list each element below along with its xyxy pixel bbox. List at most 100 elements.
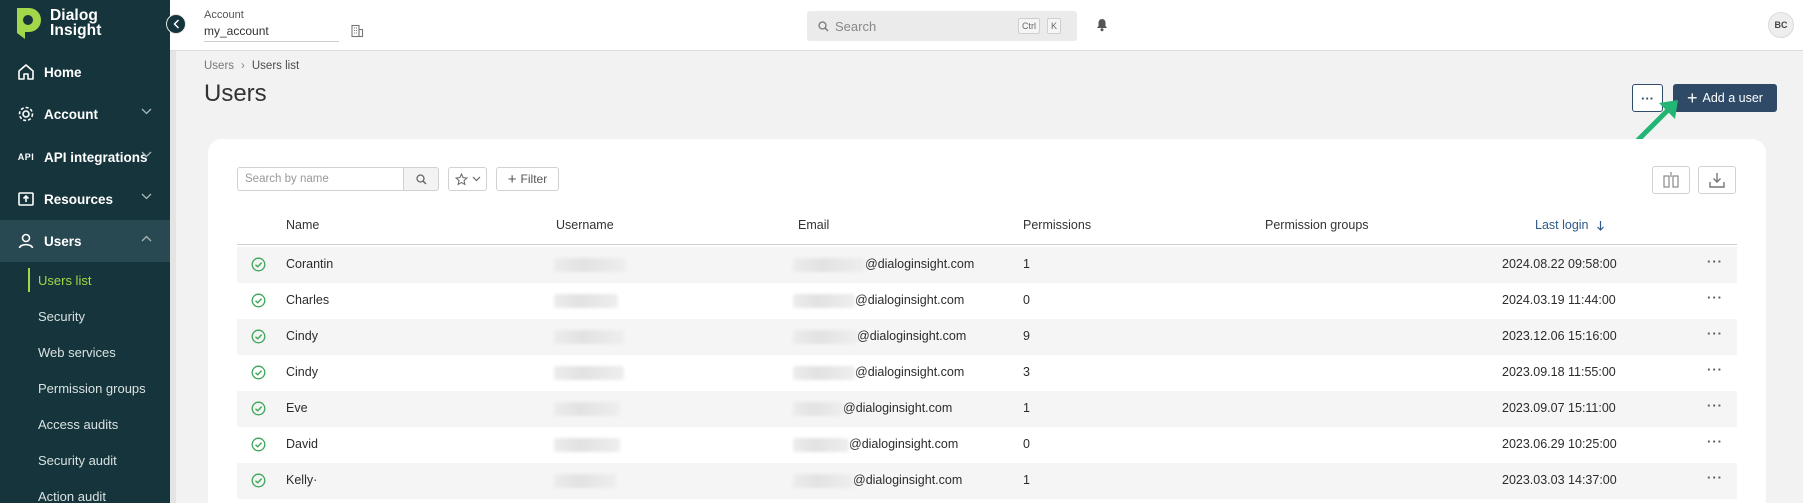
cell-name: Cindy xyxy=(286,365,318,379)
search-icon xyxy=(818,20,829,31)
sidebar-item-api-integrations[interactable]: API API integrations xyxy=(0,136,170,178)
sidebar-subitem-security-audit[interactable]: Security audit xyxy=(38,453,117,468)
cell-name: Corantin xyxy=(286,257,334,271)
cell-email: @dialoginsight.com xyxy=(793,401,952,416)
email-domain: @dialoginsight.com xyxy=(857,329,967,343)
check-circle-icon xyxy=(251,365,266,380)
check-circle-icon xyxy=(251,473,266,488)
add-user-label: Add a user xyxy=(1702,91,1763,105)
check-circle-icon xyxy=(251,257,266,272)
table-row[interactable]: David @dialoginsight.com 0 2023.06.29 10:25… xyxy=(237,427,1737,463)
row-more-actions-icon[interactable]: ··· xyxy=(1707,290,1723,305)
row-more-actions-icon[interactable]: ··· xyxy=(1707,254,1723,269)
email-domain: @dialoginsight.com xyxy=(843,401,953,415)
cell-email: @dialoginsight.com xyxy=(793,437,958,452)
row-more-actions-icon[interactable]: ··· xyxy=(1707,470,1723,485)
sidebar: Dialog Insight Home Account API API inte… xyxy=(0,0,170,503)
column-header-username[interactable]: Username xyxy=(556,218,614,232)
avatar[interactable]: BC xyxy=(1768,12,1794,38)
table-row[interactable]: Kelly· @dialoginsight.com 1 2023.03.03 14:3… xyxy=(237,463,1737,499)
cell-permissions: 9 xyxy=(1023,329,1030,343)
table-row[interactable]: Eve @dialoginsight.com 1 2023.09.07 15:11:0… xyxy=(237,391,1737,427)
chevron-down-icon xyxy=(141,193,152,200)
bell-icon[interactable] xyxy=(1095,16,1109,32)
cell-last-login: 2023.03.03 14:37:00 xyxy=(1502,473,1617,487)
email-local-redacted xyxy=(793,401,843,416)
brand-line2: Insight xyxy=(50,22,102,39)
column-header-email[interactable]: Email xyxy=(798,218,829,232)
cell-name: Cindy xyxy=(286,329,318,343)
search-submit-button[interactable] xyxy=(403,167,439,191)
account-selector[interactable]: my_account xyxy=(204,24,339,42)
row-more-actions-icon[interactable]: ··· xyxy=(1707,398,1723,413)
building-icon[interactable] xyxy=(350,24,364,38)
sidebar-item-label: Home xyxy=(44,64,82,80)
cell-email: @dialoginsight.com xyxy=(793,257,974,272)
column-header-last-login[interactable]: Last login xyxy=(1535,218,1605,232)
sidebar-item-resources[interactable]: Resources xyxy=(0,178,170,220)
row-more-actions-icon[interactable]: ··· xyxy=(1707,326,1723,341)
cell-last-login: 2023.09.18 11:55:00 xyxy=(1502,365,1616,379)
active-indicator xyxy=(28,268,30,292)
sidebar-subitem-web-services[interactable]: Web services xyxy=(38,345,116,360)
sidebar-subitem-security[interactable]: Security xyxy=(38,309,85,324)
cell-username-redacted xyxy=(554,438,620,452)
breadcrumb-current: Users list xyxy=(251,60,300,72)
sidebar-subitem-users-list[interactable]: Users list xyxy=(38,273,91,288)
star-icon xyxy=(454,172,468,186)
home-icon xyxy=(16,62,36,82)
column-header-name[interactable]: Name xyxy=(286,218,319,232)
sidebar-item-label: Users xyxy=(44,233,82,249)
email-domain: @dialoginsight.com xyxy=(853,473,963,487)
collapse-sidebar-button[interactable] xyxy=(166,14,186,34)
brand-logo[interactable]: Dialog Insight xyxy=(14,5,102,41)
sidebar-subitem-permission-groups[interactable]: Permission groups xyxy=(38,381,146,396)
cell-username-redacted xyxy=(554,258,626,272)
shortcut-k-key: K xyxy=(1047,18,1061,34)
row-more-actions-icon[interactable]: ··· xyxy=(1707,362,1723,377)
cell-username-redacted xyxy=(554,330,624,344)
sidebar-item-home[interactable]: Home xyxy=(0,51,170,93)
breadcrumb-root[interactable]: Users xyxy=(204,60,234,72)
download-button[interactable] xyxy=(1698,166,1736,194)
check-circle-icon xyxy=(251,329,266,344)
table-row[interactable]: Cindy @dialoginsight.com 3 2023.09.18 11:55… xyxy=(237,355,1737,391)
search-placeholder: Search xyxy=(835,18,877,34)
gear-icon xyxy=(16,104,36,124)
cell-last-login: 2024.08.22 09:58:00 xyxy=(1502,257,1617,271)
table-row[interactable]: Charles @dialoginsight.com 0 2024.03.19 11:… xyxy=(237,283,1737,319)
email-local-redacted xyxy=(793,257,865,272)
favorites-dropdown[interactable] xyxy=(448,167,487,191)
column-header-permissions[interactable]: Permissions xyxy=(1023,218,1091,232)
global-search-input[interactable]: Search Ctrl K xyxy=(807,11,1077,41)
column-header-permission-groups[interactable]: Permission groups xyxy=(1265,218,1369,232)
add-user-button[interactable]: + Add a user xyxy=(1673,84,1777,112)
email-local-redacted xyxy=(793,365,855,380)
sidebar-subitem-action-audit[interactable]: Action audit xyxy=(38,489,106,503)
sidebar-item-users[interactable]: Users xyxy=(0,220,170,262)
cell-name: Eve xyxy=(286,401,308,415)
cell-name: Charles xyxy=(286,293,330,307)
email-domain: @dialoginsight.com xyxy=(855,365,965,379)
columns-button[interactable] xyxy=(1652,166,1690,194)
cell-permissions: 0 xyxy=(1023,437,1030,451)
breadcrumb-separator-icon: › xyxy=(241,60,245,72)
cell-name: David xyxy=(286,437,318,451)
content-divider xyxy=(170,51,176,503)
api-icon: API xyxy=(17,152,35,162)
search-by-name-input[interactable]: Search by name xyxy=(237,167,403,191)
row-more-actions-icon[interactable]: ··· xyxy=(1707,434,1723,449)
table-row[interactable]: Corantin @dialoginsight.com 1 2024.08.22 09… xyxy=(237,247,1737,283)
page-title: Users xyxy=(204,80,267,107)
filter-label: Filter xyxy=(520,172,548,186)
chevron-left-icon xyxy=(172,19,179,29)
filter-button[interactable]: + Filter xyxy=(496,167,559,191)
table-row[interactable]: Cindy @dialoginsight.com 9 2023.12.06 15:16… xyxy=(237,319,1737,355)
sidebar-subitem-access-audits[interactable]: Access audits xyxy=(38,417,118,432)
sidebar-item-account[interactable]: Account xyxy=(0,93,170,135)
email-local-redacted xyxy=(793,473,853,488)
cell-permissions: 3 xyxy=(1023,365,1030,379)
sort-desc-icon xyxy=(1596,220,1604,231)
cell-name: Kelly· xyxy=(286,473,318,487)
sidebar-item-label: Account xyxy=(44,106,98,122)
